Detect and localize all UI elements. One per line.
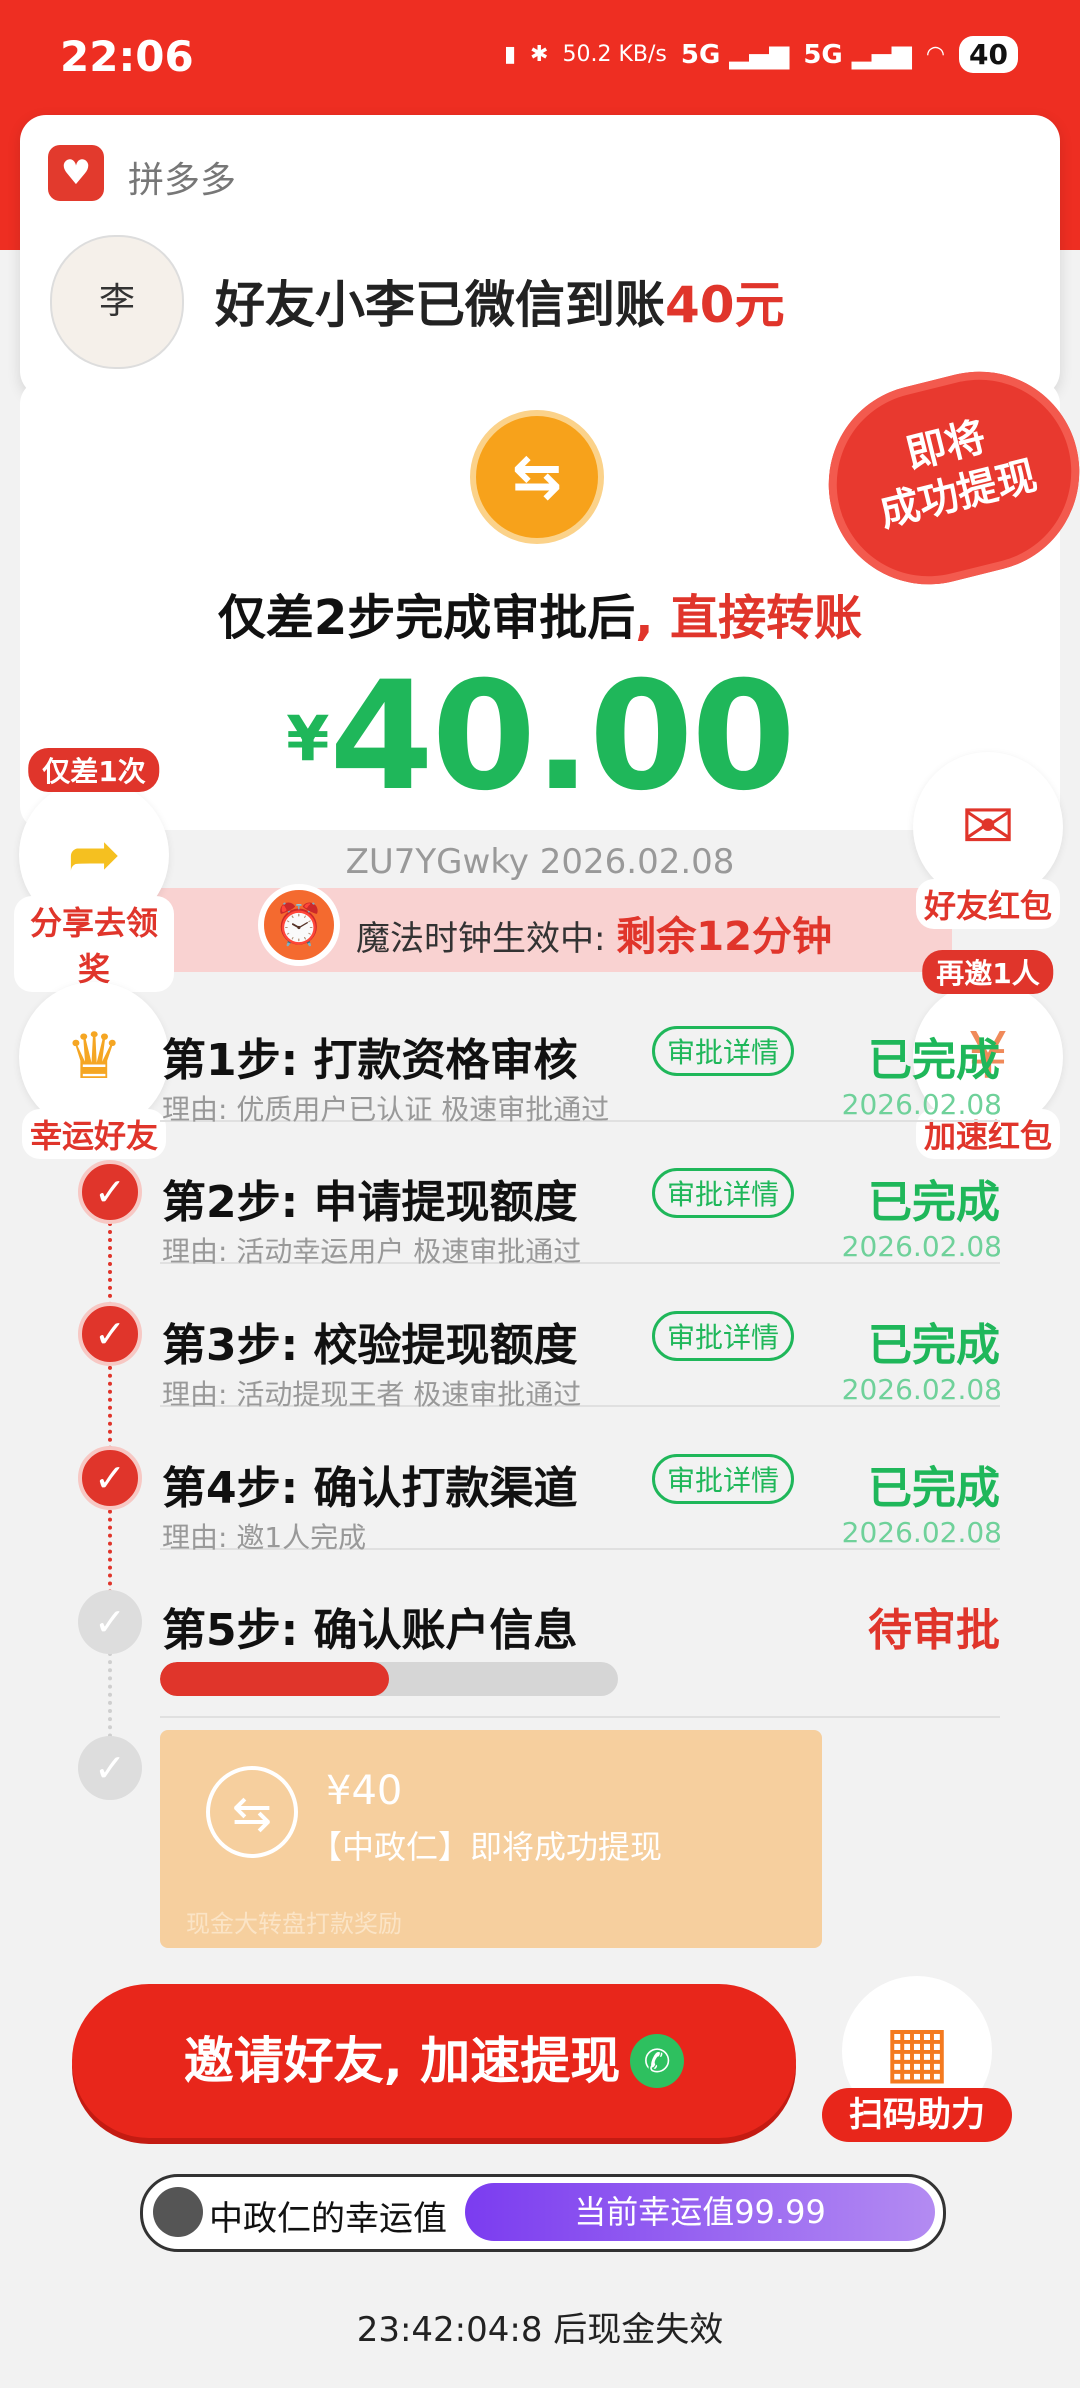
approval-detail-button[interactable]: 审批详情	[652, 1454, 795, 1504]
step-5-check-icon: ✓	[78, 1590, 142, 1654]
bluetooth-icon: ✱	[530, 42, 549, 67]
wifi-icon: ◠	[925, 42, 946, 67]
payout-check-icon: ✓	[78, 1736, 142, 1800]
status-time: 22:06	[60, 32, 194, 81]
step-2-check-icon: ✓	[78, 1160, 142, 1224]
approval-detail-button[interactable]: 审批详情	[652, 1026, 795, 1076]
scan-label: 扫码助力	[822, 2088, 1012, 2142]
lucky-friend-label: 幸运好友	[21, 1109, 166, 1159]
wechat-icon: ✆	[630, 2034, 685, 2088]
status-icons: ▮ ✱ 50.2 KB/s 5G ▂▄▆ 5G ▂▄▆ ◠ 40	[504, 36, 1018, 73]
battery-icon: 40	[959, 36, 1018, 73]
step-5-progress-bar	[160, 1662, 618, 1696]
share-badge: 仅差1次	[28, 748, 160, 792]
step-4-check-icon: ✓	[78, 1446, 142, 1510]
signal-1: 5G ▂▄▆	[680, 39, 790, 70]
payout-card: ⇆ ¥40 【中政仁】即将成功提现 现金大转盘打款奖励	[160, 1730, 822, 1948]
avatar: 李	[50, 235, 184, 369]
share-reward-button[interactable]: 仅差1次 ➦ 分享去领奖	[14, 748, 174, 992]
clock-text: 魔法时钟生效中: 剩余12分钟	[356, 914, 832, 960]
luck-value-pill: 当前幸运值99.99	[465, 2183, 935, 2241]
transfer-icon: ⇆	[206, 1766, 298, 1858]
step-3: 第3步: 校验提现额度 审批详情 已完成 理由: 活动提现王者 极速审批通过 2…	[160, 1265, 1002, 1411]
luck-bar: 中政仁的幸运值 当前幸运值99.99	[140, 2174, 946, 2252]
transfer-icon: ⇆	[470, 410, 604, 544]
scan-help-button[interactable]: ▦ 扫码助力	[822, 1976, 1012, 2146]
approval-detail-button[interactable]: 审批详情	[652, 1311, 795, 1361]
avatar	[153, 2187, 203, 2237]
vibrate-icon: ▮	[503, 42, 517, 67]
friend-red-packet-button[interactable]: ✉ 好友红包	[908, 752, 1068, 929]
notification-message: 好友小李已微信到账40元	[215, 276, 785, 334]
step-1: 第1步: 打款资格审核 审批详情 已完成 理由: 优质用户已认证 极速审批通过 …	[160, 980, 1002, 1126]
step-3-check-icon: ✓	[78, 1302, 142, 1366]
step-4: 第4步: 确认打款渠道 审批详情 已完成 理由: 邀1人完成 2026.02.0…	[160, 1408, 1002, 1554]
signal-2: 5G ▂▄▆	[803, 39, 912, 70]
network-speed: 50.2 KB/s	[562, 42, 667, 67]
alarm-clock-icon: ⏰	[258, 884, 340, 966]
approval-detail-button[interactable]: 审批详情	[652, 1168, 795, 1218]
pinduoduo-app-icon: ♥	[48, 145, 104, 201]
step-2: 第2步: 申请提现额度 审批详情 已完成 理由: 活动幸运用户 极速审批通过 2…	[160, 1122, 1002, 1268]
invite-friends-button[interactable]: 邀请好友, 加速提现 ✆	[72, 1984, 796, 2138]
timeline-line	[108, 1222, 112, 1642]
notification-card[interactable]: ♥ 拼多多 李 好友小李已微信到账40元	[20, 115, 1060, 397]
progress-fill	[160, 1662, 389, 1696]
headline: 仅差2步完成审批后, 直接转账	[217, 590, 863, 646]
status-bar: 22:06 ▮ ✱ 50.2 KB/s 5G ▂▄▆ 5G ▂▄▆ ◠ 40	[0, 0, 1080, 115]
friend-red-label: 好友红包	[915, 879, 1060, 929]
app-name: 拼多多	[128, 160, 237, 201]
share-label: 分享去领奖	[14, 896, 174, 992]
lucky-friend-button[interactable]: ♛ 幸运好友	[14, 982, 174, 1159]
expire-countdown: 23:42:04:8 后现金失效	[356, 2310, 724, 2350]
